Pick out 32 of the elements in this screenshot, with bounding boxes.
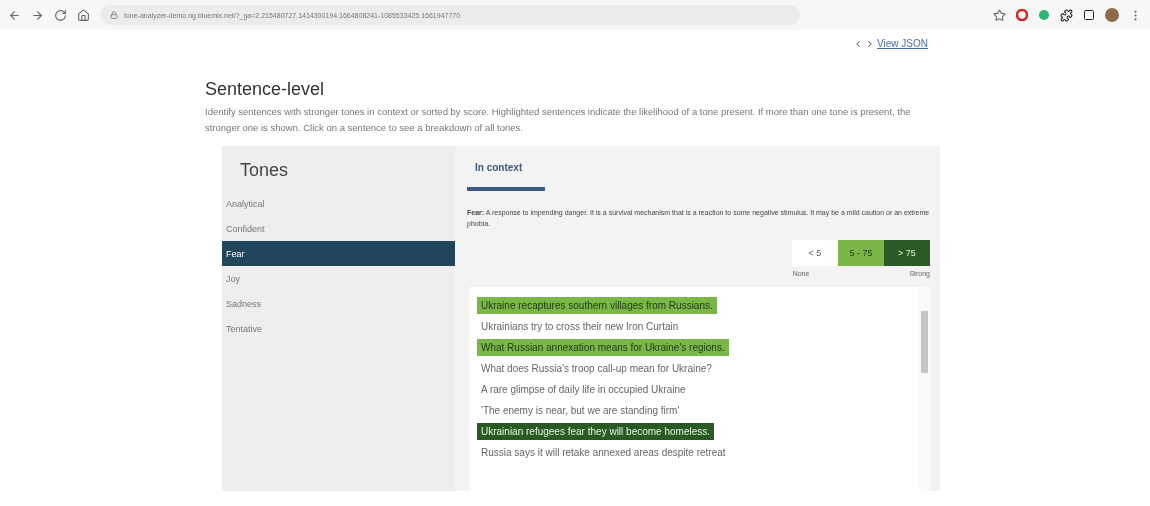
tone-item[interactable]: Confident <box>222 216 455 242</box>
tones-title: Tones <box>239 160 290 183</box>
section-description: Identify sentences with stronger tones in context or sorted by score. Highlighted sentences indicate the likelihood of a tone present. If more than one tone is present, the stronger one is shown. Click on a sentence to see a breakdown of all tones. <box>205 105 912 136</box>
legend-chip: 5 - 75 <box>838 239 884 266</box>
tone-item[interactable]: Joy <box>222 266 455 292</box>
tone-item[interactable]: Tentative <box>222 316 455 342</box>
reload-icon[interactable] <box>54 8 67 22</box>
puzzle-icon[interactable] <box>1060 8 1073 22</box>
dot-icon[interactable] <box>1038 9 1050 21</box>
star-icon[interactable] <box>993 8 1006 22</box>
sentence[interactable]: A rare glimpse of daily life in occupied Ukraine <box>477 380 690 398</box>
sentence[interactable]: 'The enemy is near, but we are standing firm' <box>477 401 684 419</box>
sentence[interactable]: Ukraine recaptures southern villages from Russians. <box>477 296 717 314</box>
sentence[interactable]: Russia says it will retake annexed areas despite retreat <box>477 443 730 461</box>
scrollbar[interactable] <box>918 286 930 492</box>
window-icon[interactable] <box>1083 9 1095 21</box>
avatar-icon[interactable] <box>1105 8 1119 22</box>
sentence[interactable]: Ukrainians try to cross their new Iron Curtain <box>477 317 683 335</box>
forward-icon[interactable] <box>31 8 44 22</box>
sentence[interactable]: What Russian annexation means for Ukraine's regions. <box>477 338 729 356</box>
tone-item[interactable]: Analytical <box>222 191 455 217</box>
legend-chip: < 5 <box>792 239 838 266</box>
legend-chip: > 75 <box>884 239 930 266</box>
sentence[interactable]: What does Russia's troop call-up mean for Ukraine? <box>477 359 716 377</box>
tone-item[interactable]: Sadness <box>222 291 455 317</box>
tab[interactable]: In context <box>467 158 545 192</box>
tone-item[interactable]: Fear <box>222 241 455 267</box>
view-json-link[interactable]: View JSON <box>877 38 928 49</box>
back-icon[interactable] <box>8 8 21 22</box>
section-title: Sentence-level <box>205 79 326 100</box>
sentence[interactable]: Ukrainian refugees fear they will become homeless. <box>477 422 714 440</box>
home-icon[interactable] <box>77 8 90 22</box>
